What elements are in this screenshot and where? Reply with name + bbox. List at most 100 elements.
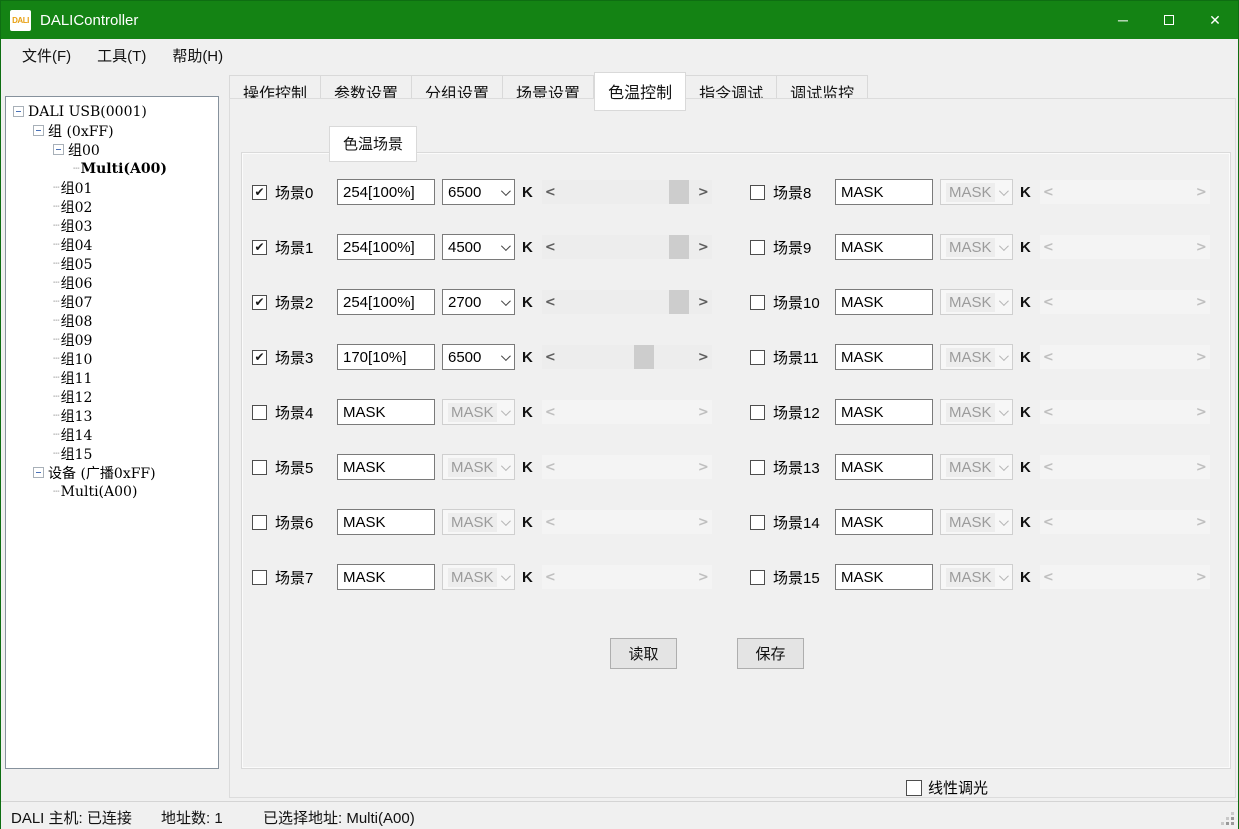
kelvin-unit-label: K xyxy=(522,569,533,586)
read-button[interactable]: 读取 xyxy=(610,638,677,669)
tree-node-5[interactable]: ┄组02 xyxy=(6,197,218,216)
kelvin-scrollbar[interactable]: <> xyxy=(542,345,712,369)
scene-level-input[interactable]: 254[100%] xyxy=(337,289,435,315)
scene-level-input[interactable]: MASK xyxy=(835,234,933,260)
kelvin-scrollbar: <> xyxy=(1040,510,1210,534)
kelvin-scrollbar[interactable]: <> xyxy=(542,235,712,259)
tree-node-7[interactable]: ┄组04 xyxy=(6,235,218,254)
scene-kelvin-value: MASK xyxy=(946,458,995,477)
scene-checkbox[interactable] xyxy=(750,185,765,200)
tree-node-17[interactable]: ┄组14 xyxy=(6,425,218,444)
scene-level-input[interactable]: MASK xyxy=(835,179,933,205)
tree-node-18[interactable]: ┄组15 xyxy=(6,444,218,463)
scrollbar-thumb[interactable] xyxy=(669,235,689,259)
minimize-button[interactable]: ─ xyxy=(1100,1,1146,39)
tree-node-11[interactable]: ┄组08 xyxy=(6,311,218,330)
scene-level-input[interactable]: MASK xyxy=(835,289,933,315)
scene-level-input[interactable]: MASK xyxy=(337,564,435,590)
scene-level-input[interactable]: 254[100%] xyxy=(337,179,435,205)
tree-node-14[interactable]: ┄组11 xyxy=(6,368,218,387)
chevron-down-icon xyxy=(501,406,511,416)
tab-sub-1[interactable]: 色温场景 xyxy=(329,126,417,162)
kelvin-scrollbar[interactable]: <> xyxy=(542,180,712,204)
scene-checkbox[interactable] xyxy=(750,460,765,475)
tree-node-20[interactable]: ┄Multi(A00) xyxy=(6,482,218,501)
scrollbar-right-arrow-icon[interactable]: > xyxy=(695,345,712,369)
resize-grip-icon[interactable] xyxy=(1231,822,1234,825)
tree-expander-icon[interactable] xyxy=(53,144,64,155)
scene-checkbox[interactable] xyxy=(750,240,765,255)
scene-level-input[interactable]: 170[10%] xyxy=(337,344,435,370)
tree-node-0[interactable]: DALI USB(0001) xyxy=(6,102,218,121)
scene-checkbox[interactable] xyxy=(750,350,765,365)
kelvin-scrollbar[interactable]: <> xyxy=(542,290,712,314)
scene-level-input[interactable]: MASK xyxy=(337,454,435,480)
scene-level-input[interactable]: 254[100%] xyxy=(337,234,435,260)
tree-node-2[interactable]: 组00 xyxy=(6,140,218,159)
linear-dimming-checkbox[interactable] xyxy=(906,780,922,796)
close-button[interactable]: ✕ xyxy=(1192,1,1238,39)
scrollbar-left-arrow-icon[interactable]: < xyxy=(542,345,559,369)
save-button[interactable]: 保存 xyxy=(737,638,804,669)
tree-expander-icon[interactable] xyxy=(33,467,44,478)
scrollbar-thumb[interactable] xyxy=(634,345,654,369)
scrollbar-left-arrow-icon: < xyxy=(1040,400,1057,424)
tree-node-6[interactable]: ┄组03 xyxy=(6,216,218,235)
tree-node-10[interactable]: ┄组07 xyxy=(6,292,218,311)
scene-checkbox[interactable]: ✔ xyxy=(252,240,267,255)
scene-checkbox[interactable] xyxy=(750,295,765,310)
tree-node-4[interactable]: ┄组01 xyxy=(6,178,218,197)
scene-checkbox[interactable] xyxy=(252,405,267,420)
scene-checkbox[interactable] xyxy=(252,460,267,475)
scene-level-input[interactable]: MASK xyxy=(835,509,933,535)
scene-kelvin-dropdown[interactable]: 6500 xyxy=(442,179,515,205)
scene-checkbox[interactable] xyxy=(750,405,765,420)
kelvin-unit-label: K xyxy=(522,349,533,366)
tree-expander-icon[interactable] xyxy=(13,106,24,117)
scene-checkbox[interactable] xyxy=(750,570,765,585)
tree-node-1[interactable]: 组 (0xFF) xyxy=(6,121,218,140)
tree-node-8[interactable]: ┄组05 xyxy=(6,254,218,273)
tree-node-13[interactable]: ┄组10 xyxy=(6,349,218,368)
scrollbar-right-arrow-icon[interactable]: > xyxy=(695,180,712,204)
scene-checkbox[interactable] xyxy=(750,515,765,530)
tree-node-15[interactable]: ┄组12 xyxy=(6,387,218,406)
scrollbar-right-arrow-icon[interactable]: > xyxy=(695,290,712,314)
scene-level-input[interactable]: MASK xyxy=(835,454,933,480)
tree-expander-icon[interactable] xyxy=(33,125,44,136)
tree-node-19[interactable]: 设备 (广播0xFF) xyxy=(6,463,218,482)
scene-kelvin-dropdown: MASK xyxy=(940,344,1013,370)
scene-level-input[interactable]: MASK xyxy=(835,344,933,370)
scene-kelvin-dropdown[interactable]: 4500 xyxy=(442,234,515,260)
scrollbar-left-arrow-icon[interactable]: < xyxy=(542,235,559,259)
scene-kelvin-dropdown[interactable]: 6500 xyxy=(442,344,515,370)
scene-kelvin-dropdown[interactable]: 2700 xyxy=(442,289,515,315)
tree-node-3[interactable]: ┄Multi(A00) xyxy=(6,159,218,178)
chevron-down-icon xyxy=(501,241,511,251)
scene-checkbox[interactable]: ✔ xyxy=(252,350,267,365)
scene-level-input[interactable]: MASK xyxy=(835,564,933,590)
tree-node-12[interactable]: ┄组09 xyxy=(6,330,218,349)
menu-item-1[interactable]: 工具(T) xyxy=(84,40,159,71)
scene-level-input[interactable]: MASK xyxy=(835,399,933,425)
tab-main-4[interactable]: 色温控制 xyxy=(594,72,686,111)
kelvin-scrollbar: <> xyxy=(1040,455,1210,479)
maximize-button[interactable] xyxy=(1146,1,1192,39)
scene-checkbox[interactable]: ✔ xyxy=(252,295,267,310)
scrollbar-left-arrow-icon[interactable]: < xyxy=(542,180,559,204)
scrollbar-left-arrow-icon[interactable]: < xyxy=(542,290,559,314)
scrollbar-right-arrow-icon[interactable]: > xyxy=(695,235,712,259)
scrollbar-thumb[interactable] xyxy=(669,290,689,314)
menu-item-2[interactable]: 帮助(H) xyxy=(159,40,236,71)
scene-level-input[interactable]: MASK xyxy=(337,399,435,425)
tree-node-16[interactable]: ┄组13 xyxy=(6,406,218,425)
scene-kelvin-dropdown: MASK xyxy=(442,509,515,535)
menu-item-0[interactable]: 文件(F) xyxy=(9,40,84,71)
scene-checkbox[interactable] xyxy=(252,515,267,530)
scrollbar-thumb[interactable] xyxy=(669,180,689,204)
scene-checkbox[interactable] xyxy=(252,570,267,585)
scene-label: 场景2 xyxy=(275,292,337,313)
tree-node-9[interactable]: ┄组06 xyxy=(6,273,218,292)
scene-level-input[interactable]: MASK xyxy=(337,509,435,535)
scene-checkbox[interactable]: ✔ xyxy=(252,185,267,200)
